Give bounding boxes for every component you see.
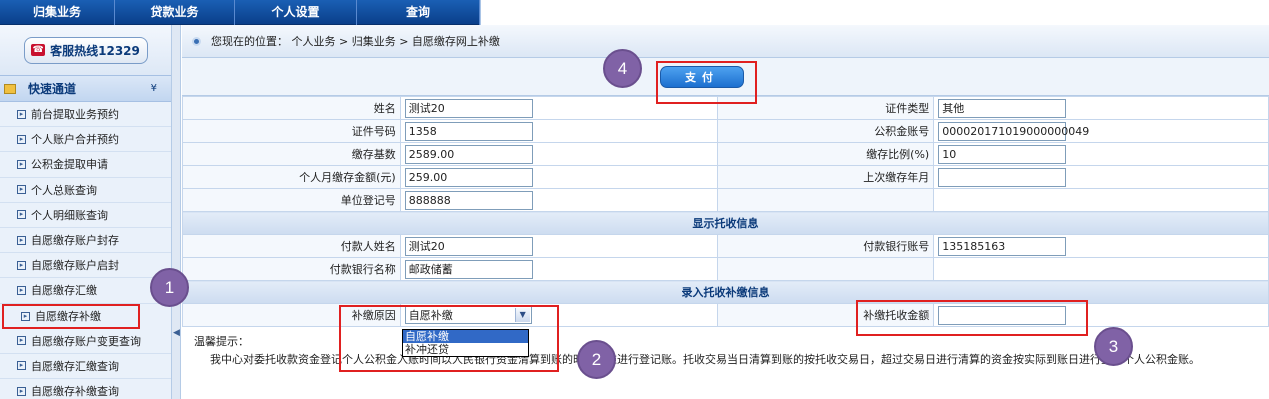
annotation-badge-2: 2 [577,340,616,379]
annotation-box-amount [856,300,1088,336]
bullet-icon: ▸ [21,311,30,321]
bank-account-field[interactable]: 135185163 [938,236,1067,256]
bullet-icon: ▸ [17,285,26,295]
annotation-badge-4: 4 [603,49,642,88]
bullet-icon: ▸ [17,336,26,346]
sidebar-item-account-change-query[interactable]: ▸ 自愿缴存账户变更查询 [0,329,171,354]
bullet-icon: ▸ [17,210,26,220]
ratio-label: 缴存比例(%) [717,142,935,166]
sidebar-item-remit-query[interactable]: ▸ 自愿缴存汇缴查询 [0,354,171,380]
collapse-left-icon[interactable]: ◀ [173,328,180,338]
section-collection-info: 显示托收信息 [182,211,1269,235]
sidebar-item-label: 自愿缴存账户变更查询 [31,334,141,348]
bullet-icon: ▸ [17,260,26,270]
unit-reg-label: 单位登记号 [182,188,401,212]
sidebar-item-label: 个人总账查询 [31,183,97,197]
bank-account-label: 付款银行账号 [717,234,935,258]
payer-name-field[interactable]: 测试20 [404,236,533,256]
phone-icon: ☎ [31,44,46,56]
annotation-box-reason [339,305,559,372]
sidebar-item-label: 个人账户合并预约 [31,133,119,147]
unit-reg-field[interactable]: 888888 [404,190,533,210]
info-table: 姓名 测试20 证件类型 其他 证件号码 1358 公积金账号 00002017… [182,96,1269,327]
name-field[interactable]: 测试20 [404,98,533,118]
quick-channel-header[interactable]: 快速通道 ¥ [0,75,171,102]
bank-name-field[interactable]: 邮政储蓄 [404,259,533,279]
sidebar: ☎ 客服热线12329 快速通道 ¥ ▸ 前台提取业务预约 ▸ 个人账户合并预约 ▸… [0,25,172,399]
id-number-label: 证件号码 [182,119,401,143]
bank-name-label: 付款银行名称 [182,257,401,281]
breadcrumb: 您现在的位置： 个人业务 > 归集业务 > 自愿缴存网上补缴 [182,25,1269,58]
bullet-icon: ▸ [17,134,26,144]
sidebar-item-remit[interactable]: ▸ 自愿缴存汇缴 [0,278,171,304]
bullet-icon: ▸ [17,361,26,371]
bullet-icon: ▸ [17,159,26,169]
name-label: 姓名 [182,96,401,120]
sidebar-item-label: 自愿缴存账户启封 [31,259,119,273]
sidebar-item-label: 自愿缴存补缴查询 [31,385,119,399]
last-month-label: 上次缴存年月 [717,165,935,189]
hotline-button[interactable]: ☎ 客服热线12329 [23,36,148,64]
breadcrumb-text: 您现在的位置： 个人业务 > 归集业务 > 自愿缴存网上补缴 [211,35,500,48]
ratio-field[interactable]: 10 [938,144,1067,164]
empty-cell [717,257,935,281]
nav-item-query[interactable]: 查询 [357,0,480,25]
base-field[interactable]: 2589.00 [404,144,533,164]
annotation-badge-3: 3 [1094,327,1133,366]
sidebar-collapse-bar[interactable]: ◀ [172,25,181,399]
monthly-amount-label: 个人月缴存金额(元) [182,165,401,189]
payer-name-label: 付款人姓名 [182,234,401,258]
sidebar-item-ledger-query[interactable]: ▸ 个人总账查询 [0,178,171,203]
pay-highlight-box [656,61,757,104]
folder-icon [4,83,16,94]
quick-channel-title: 快速通道 [28,82,77,96]
section-entry-info: 录入托收补缴信息 [182,280,1269,304]
last-month-field[interactable] [938,167,1067,187]
bullet-icon: ▸ [17,185,26,195]
sidebar-item-label: 自愿缴存汇缴 [31,284,97,298]
hotline-area: ☎ 客服热线12329 [0,25,171,75]
account-field[interactable]: 000020171019000000049 [938,121,1089,141]
sidebar-item-supplementary-query[interactable]: ▸ 自愿缴存补缴查询 [0,379,171,399]
sidebar-item-account-unseal[interactable]: ▸ 自愿缴存账户启封 [0,253,171,279]
bullet-icon: ▸ [17,386,26,396]
sidebar-item-label: 个人明细账查询 [31,208,108,222]
empty-cell [933,257,1269,281]
sidebar-item-counter-withdraw-booking[interactable]: ▸ 前台提取业务预约 [0,102,171,128]
sidebar-item-label: 自愿缴存补缴 [35,310,101,324]
base-label: 缴存基数 [182,142,401,166]
sidebar-item-label: 前台提取业务预约 [31,108,119,122]
annotation-badge-1: 1 [150,268,189,307]
nav-item-personal-settings[interactable]: 个人设置 [235,0,357,25]
hotline-label: 客服热线12329 [50,43,140,58]
sidebar-item-fund-withdraw-apply[interactable]: ▸ 公积金提取申请 [0,152,171,178]
location-icon [192,36,201,46]
id-number-field[interactable]: 1358 [404,121,533,141]
sidebar-item-label: 自愿缴存汇缴查询 [31,359,119,373]
sidebar-item-label: 自愿缴存账户封存 [31,234,119,248]
sidebar-item-account-merge-booking[interactable]: ▸ 个人账户合并预约 [0,127,171,153]
empty-cell [717,188,935,212]
sidebar-item-account-seal[interactable]: ▸ 自愿缴存账户封存 [0,228,171,254]
monthly-amount-field[interactable]: 259.00 [404,167,533,187]
id-type-field[interactable]: 其他 [938,98,1067,118]
sidebar-item-detail-query[interactable]: ▸ 个人明细账查询 [0,203,171,228]
top-nav: 归集业务 贷款业务 个人设置 查询 [0,0,1269,25]
sidebar-item-label: 公积金提取申请 [31,158,108,172]
bullet-icon: ▸ [17,109,26,119]
nav-item-loans[interactable]: 贷款业务 [115,0,235,25]
bullet-icon: ▸ [17,235,26,245]
double-chevron-down-icon[interactable]: ¥ [151,83,157,94]
nav-item-collection[interactable]: 归集业务 [0,0,115,25]
account-label: 公积金账号 [717,119,935,143]
empty-cell [933,188,1269,212]
action-bar: 支付 [182,58,1269,104]
sidebar-item-supplementary-payment[interactable]: ▸ 自愿缴存补缴 [2,303,140,329]
nav-spacer [480,0,1269,25]
